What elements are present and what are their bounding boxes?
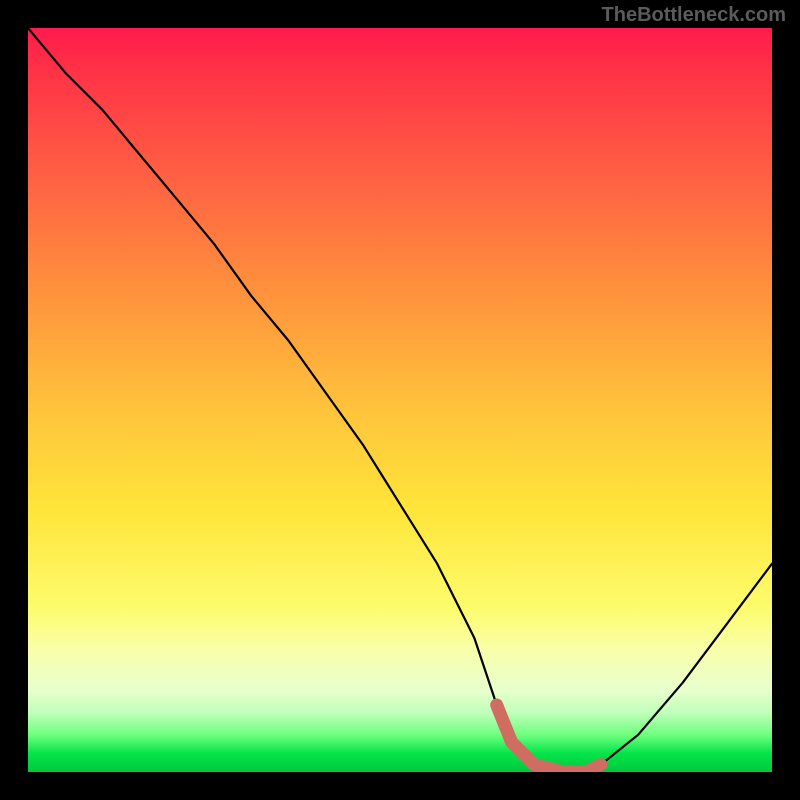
attribution-text: TheBottleneck.com (602, 4, 786, 27)
highlight-match-region (497, 705, 601, 772)
bottleneck-curve-line (28, 28, 772, 772)
chart-svg-overlay (28, 28, 772, 772)
